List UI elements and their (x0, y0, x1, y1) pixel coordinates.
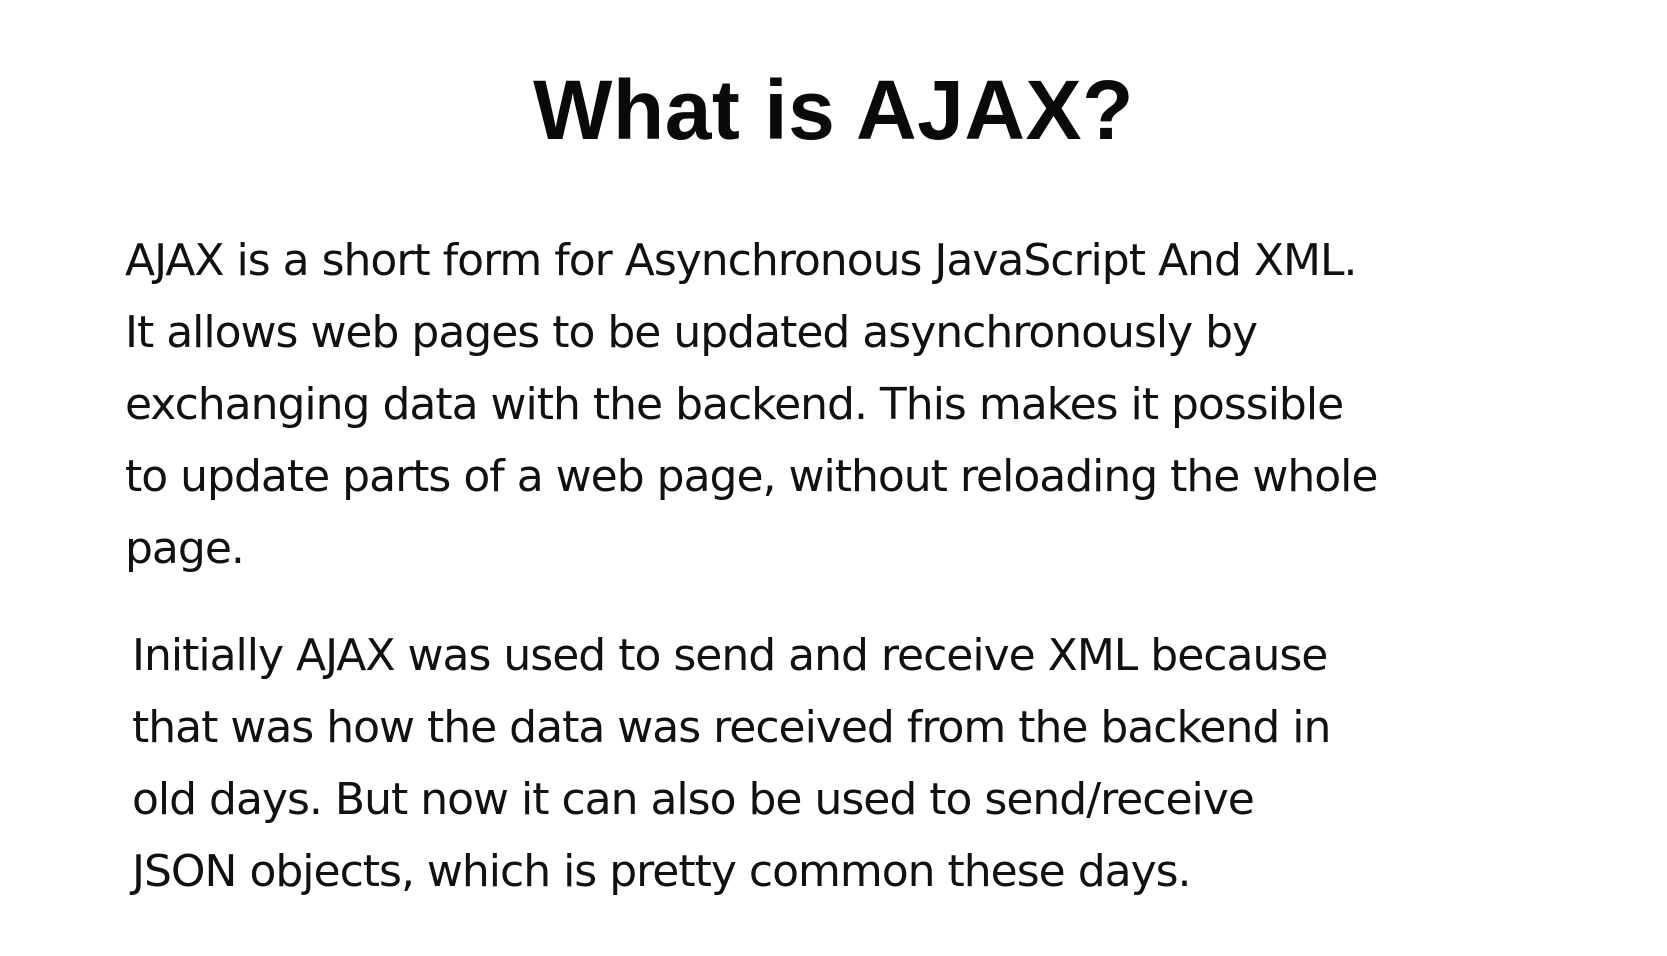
paragraph-line: to update parts of a web page, without r… (125, 451, 1378, 502)
paragraph-line: Initially AJAX was used to send and rece… (132, 630, 1328, 681)
paragraph-line: page. (125, 523, 245, 574)
paragraph-line: that was how the data was received from … (132, 702, 1331, 753)
slide-title: What is AJAX? (533, 63, 1134, 157)
paragraph-ajax-history: Initially AJAX was used to send and rece… (132, 620, 1572, 908)
paragraph-line: It allows web pages to be updated asynch… (125, 307, 1258, 358)
slide: What is AJAX? AJAX is a short form for A… (0, 0, 1667, 956)
paragraph-line: exchanging data with the backend. This m… (125, 379, 1344, 430)
paragraph-line: AJAX is a short form for Asynchronous Ja… (125, 235, 1357, 286)
paragraph-line: old days. But now it can also be used to… (132, 774, 1255, 825)
paragraph-ajax-definition: AJAX is a short form for Asynchronous Ja… (125, 225, 1565, 585)
paragraph-line: JSON objects, which is pretty common the… (132, 846, 1192, 897)
